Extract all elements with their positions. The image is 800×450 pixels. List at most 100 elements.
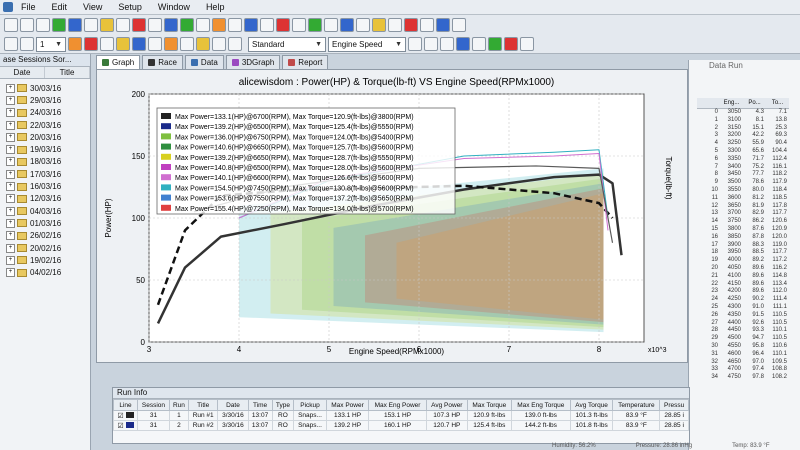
session-item[interactable]: +04/02/16 xyxy=(0,266,90,278)
star-icon[interactable] xyxy=(372,18,386,32)
run-column-header[interactable]: Date xyxy=(217,399,249,411)
session-item[interactable]: +12/03/16 xyxy=(0,193,90,205)
record-icon[interactable] xyxy=(276,18,290,32)
tab-graph[interactable]: Graph xyxy=(96,55,141,69)
data-row[interactable]: 34 4750 97.8 108.2 xyxy=(697,374,789,382)
expand-icon[interactable]: + xyxy=(6,95,15,105)
session-item[interactable]: +19/03/16 xyxy=(0,143,90,155)
cursor-icon[interactable] xyxy=(164,37,178,51)
refresh-icon[interactable] xyxy=(520,37,534,51)
data-row[interactable]: 10 3550 80.0 118.4 xyxy=(697,187,789,195)
data-row[interactable]: 22 4150 89.6 113.4 xyxy=(697,281,789,289)
filter-icon[interactable] xyxy=(196,18,210,32)
data-row[interactable]: 26 4350 91.5 110.5 xyxy=(697,312,789,320)
data-row[interactable]: 27 4400 92.6 110.5 xyxy=(697,320,789,328)
data-row[interactable]: 0 3050 4.3 7.1 xyxy=(697,109,789,117)
line-cell[interactable]: ☑ xyxy=(112,410,139,421)
data-row[interactable]: 9 3500 78.6 117.9 xyxy=(697,179,789,187)
session-item[interactable]: +17/03/16 xyxy=(0,168,90,180)
run-column-header[interactable]: Pickup xyxy=(293,399,327,411)
run-column-header[interactable]: Temperature xyxy=(612,399,661,411)
bar-icon[interactable] xyxy=(84,37,98,51)
expand-icon[interactable]: + xyxy=(6,243,15,253)
smooth-icon[interactable] xyxy=(148,37,162,51)
expand-icon[interactable]: + xyxy=(6,120,15,130)
info-icon[interactable] xyxy=(356,18,370,32)
date-column-header[interactable]: Date xyxy=(0,67,45,78)
checkbox-icon[interactable]: ☑ xyxy=(117,423,123,430)
menu-setup[interactable]: Setup xyxy=(110,2,150,12)
data-row[interactable]: 31 4600 96.4 110.1 xyxy=(697,351,789,359)
data-row[interactable]: 1 3100 8.1 13.8 xyxy=(697,117,789,125)
session-item[interactable]: +18/03/16 xyxy=(0,156,90,168)
overlay-icon[interactable] xyxy=(132,37,146,51)
measure-icon[interactable] xyxy=(164,18,178,32)
layout-icon[interactable] xyxy=(68,37,82,51)
run-column-header[interactable]: Session xyxy=(137,399,170,411)
index-select[interactable]: 1 ▼ xyxy=(36,36,66,52)
data-row[interactable]: 24 4250 90.2 111.4 xyxy=(697,296,789,304)
import-icon[interactable] xyxy=(260,18,274,32)
expand-icon[interactable]: + xyxy=(6,169,15,179)
data-row[interactable]: 25 4300 91.0 111.1 xyxy=(697,304,789,312)
run-column-header[interactable]: Avg Torque xyxy=(569,399,614,411)
menu-edit[interactable]: Edit xyxy=(44,2,76,12)
menu-file[interactable]: File xyxy=(13,2,44,12)
data-row[interactable]: 12 3650 81.9 117.8 xyxy=(697,203,789,211)
expand-icon[interactable]: + xyxy=(6,194,15,204)
expand-icon[interactable]: + xyxy=(6,132,15,142)
run-column-header[interactable]: Run xyxy=(168,399,190,411)
delete-icon[interactable] xyxy=(504,37,518,51)
lock-icon[interactable] xyxy=(388,18,402,32)
run-column-header[interactable]: Max Torque xyxy=(466,399,512,411)
tag-icon[interactable] xyxy=(472,37,486,51)
expand-icon[interactable]: + xyxy=(6,145,15,155)
expand-icon[interactable]: + xyxy=(6,231,15,241)
home-icon[interactable] xyxy=(20,37,34,51)
data-column-header[interactable]: Po... xyxy=(743,98,766,108)
data-row[interactable]: 6 3350 71.7 112.4 xyxy=(697,156,789,164)
run-column-header[interactable]: Time xyxy=(247,399,273,411)
copy-icon[interactable] xyxy=(116,18,130,32)
expand-icon[interactable]: + xyxy=(6,157,15,167)
open-icon[interactable] xyxy=(20,18,34,32)
data-row[interactable]: 33 4700 97.4 108.8 xyxy=(697,366,789,374)
tab-3dgraph[interactable]: 3DGraph xyxy=(225,55,281,69)
line-cell[interactable]: ☑ xyxy=(112,420,139,431)
run-column-header[interactable]: Max Eng Power xyxy=(368,399,427,411)
data-row[interactable]: 21 4100 89.6 114.8 xyxy=(697,273,789,281)
run-column-header[interactable]: Max Power xyxy=(325,399,370,411)
run-column-header[interactable]: Pressu xyxy=(659,399,689,411)
run-icon[interactable] xyxy=(180,18,194,32)
grid-icon[interactable] xyxy=(148,18,162,32)
expand-icon[interactable]: + xyxy=(6,268,15,278)
menu-help[interactable]: Help xyxy=(198,2,233,12)
camera-icon[interactable] xyxy=(420,18,434,32)
data-row[interactable]: 17 3900 88.3 119.0 xyxy=(697,242,789,250)
title-column-header[interactable]: Title xyxy=(45,67,90,78)
check-icon[interactable] xyxy=(308,18,322,32)
help-icon[interactable] xyxy=(452,18,466,32)
marker-icon[interactable] xyxy=(196,37,210,51)
data-row[interactable]: 28 4450 93.3 110.1 xyxy=(697,327,789,335)
run-column-header[interactable]: Line xyxy=(112,399,139,411)
session-item[interactable]: +20/02/16 xyxy=(0,242,90,254)
expand-icon[interactable]: + xyxy=(6,206,15,216)
settings-icon[interactable] xyxy=(212,18,226,32)
session-item[interactable]: +04/03/16 xyxy=(0,205,90,217)
session-item[interactable]: +29/03/16 xyxy=(0,94,90,106)
data-column-header[interactable]: Eng... xyxy=(720,98,743,108)
list-icon[interactable] xyxy=(228,37,242,51)
apply-icon[interactable] xyxy=(488,37,502,51)
text-icon[interactable] xyxy=(212,37,226,51)
session-item[interactable]: +26/02/16 xyxy=(0,230,90,242)
session-item[interactable]: +30/03/16 xyxy=(0,82,90,94)
stop-icon[interactable] xyxy=(132,18,146,32)
axis-icon[interactable] xyxy=(100,37,114,51)
session-item[interactable]: +22/03/16 xyxy=(0,119,90,131)
data-row[interactable]: 11 3600 81.2 118.5 xyxy=(697,195,789,203)
expand-icon[interactable]: + xyxy=(6,108,15,118)
save-icon[interactable] xyxy=(36,18,50,32)
tab-report[interactable]: Report xyxy=(282,55,329,69)
data-row[interactable]: 3 3200 42.2 69.3 xyxy=(697,132,789,140)
